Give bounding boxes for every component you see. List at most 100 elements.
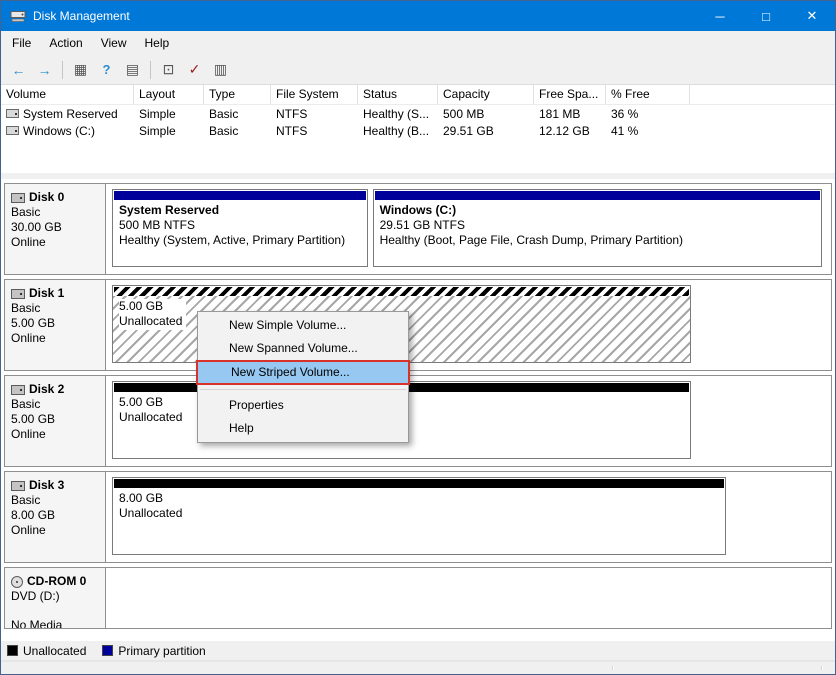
disk-name: Disk 3 [29, 478, 64, 493]
partition-windows-c[interactable]: Windows (C:) 29.51 GB NTFS Healthy (Boot… [373, 189, 822, 267]
volume-list-header: Volume Layout Type File System Status Ca… [1, 85, 835, 105]
minimize-icon[interactable]: ─ [697, 1, 743, 31]
column-header-filler [690, 85, 835, 104]
legend-unallocated: Unallocated [7, 644, 86, 658]
forward-icon[interactable]: → [32, 58, 57, 81]
menu-item-new-striped-volume[interactable]: New Striped Volume... [196, 360, 410, 385]
disk-icon [11, 481, 25, 491]
volume-layout: Simple [134, 107, 204, 121]
maximize-icon[interactable]: □ [743, 1, 789, 31]
disk-1-header[interactable]: Disk 1 Basic 5.00 GB Online [5, 280, 106, 370]
toolbar: ← → ▦ ? ▤ ⊡ ✓ ▥ [1, 55, 835, 85]
primary-partition-color-bar [114, 191, 366, 200]
disk-status: Online [11, 235, 99, 250]
disk-type: Basic [11, 397, 99, 412]
column-header-file-system[interactable]: File System [271, 85, 358, 104]
disk-status: Online [11, 427, 99, 442]
disk-3-graphic: 8.00 GB Unallocated [106, 472, 831, 562]
disk-2-header[interactable]: Disk 2 Basic 5.00 GB Online [5, 376, 106, 466]
back-icon[interactable]: ← [6, 58, 31, 81]
volume-capacity: 29.51 GB [438, 124, 534, 138]
menu-view[interactable]: View [92, 32, 136, 54]
statusbar-divider [612, 666, 613, 670]
cdrom-header[interactable]: CD-ROM 0 DVD (D:) No Media [5, 568, 106, 628]
menu-file[interactable]: File [3, 32, 40, 54]
menu-action[interactable]: Action [40, 32, 91, 54]
disk-status: Online [11, 331, 99, 346]
help-icon[interactable]: ? [94, 58, 119, 81]
disk-name: Disk 0 [29, 190, 64, 205]
menu-item-help[interactable]: Help [198, 417, 408, 440]
volume-layout: Simple [134, 124, 204, 138]
volume-name: Windows (C:) [23, 124, 95, 138]
toolbar-separator [62, 61, 63, 79]
disk-management-app-icon [10, 8, 26, 24]
unallocated-region-disk3[interactable]: 8.00 GB Unallocated [112, 477, 726, 555]
volume-pct-free: 41 % [606, 124, 690, 138]
primary-partition-swatch [102, 645, 113, 656]
volume-type: Basic [204, 107, 271, 121]
disk-0-row: Disk 0 Basic 30.00 GB Online System Rese… [4, 183, 832, 275]
close-icon[interactable]: ✕ [789, 1, 835, 31]
volume-file-system: NTFS [271, 107, 358, 121]
volume-pct-free: 36 % [606, 107, 690, 121]
disk-0-header[interactable]: Disk 0 Basic 30.00 GB Online [5, 184, 106, 274]
report-icon[interactable]: ▥ [208, 58, 233, 81]
menu-separator [200, 389, 406, 390]
check-icon[interactable]: ✓ [182, 58, 207, 81]
menu-item-properties[interactable]: Properties [198, 394, 408, 417]
unallocated-swatch [7, 645, 18, 656]
console-tree-icon[interactable]: ▦ [68, 58, 93, 81]
disk-3-row: Disk 3 Basic 8.00 GB Online 8.00 GB Unal… [4, 471, 832, 563]
column-header-type[interactable]: Type [204, 85, 271, 104]
column-header-volume[interactable]: Volume [1, 85, 134, 104]
legend-label-primary-partition: Primary partition [118, 644, 205, 658]
unallocated-label: Unallocated [119, 506, 719, 521]
cdrom-row: CD-ROM 0 DVD (D:) No Media [4, 567, 832, 629]
volume-free-space: 12.12 GB [534, 124, 606, 138]
primary-partition-color-bar [375, 191, 820, 200]
legend-label-unallocated: Unallocated [23, 644, 86, 658]
column-header-free-space[interactable]: Free Spa... [534, 85, 606, 104]
disk-size: 8.00 GB [11, 508, 99, 523]
menu-help[interactable]: Help [136, 32, 179, 54]
legend-primary-partition: Primary partition [102, 644, 205, 658]
cdrom-media-status: No Media [11, 618, 99, 628]
disk-name: Disk 2 [29, 382, 64, 397]
statusbar-divider [821, 666, 822, 670]
action-popup-icon[interactable]: ⊡ [156, 58, 181, 81]
volume-icon [6, 126, 19, 135]
menu-item-new-simple-volume[interactable]: New Simple Volume... [198, 314, 408, 337]
disk-icon [11, 193, 25, 203]
volume-status: Healthy (S... [358, 107, 438, 121]
unallocated-size: 5.00 GB [119, 299, 182, 314]
disk-3-header[interactable]: Disk 3 Basic 8.00 GB Online [5, 472, 106, 562]
disk-icon [11, 289, 25, 299]
column-header-capacity[interactable]: Capacity [438, 85, 534, 104]
disk-size: 5.00 GB [11, 316, 99, 331]
unallocated-color-bar [114, 287, 689, 296]
volume-list: Volume Layout Type File System Status Ca… [1, 85, 835, 173]
volume-icon [6, 109, 19, 118]
show-panes-icon[interactable]: ▤ [120, 58, 145, 81]
partition-title: Windows (C:) [380, 203, 815, 218]
statusbar [1, 660, 835, 674]
volume-row-windows-c[interactable]: Windows (C:) Simple Basic NTFS Healthy (… [1, 122, 835, 139]
disk-name: Disk 1 [29, 286, 64, 301]
volume-row-system-reserved[interactable]: System Reserved Simple Basic NTFS Health… [1, 105, 835, 122]
volume-type: Basic [204, 124, 271, 138]
menu-item-new-spanned-volume[interactable]: New Spanned Volume... [198, 337, 408, 360]
volume-free-space: 181 MB [534, 107, 606, 121]
disk-size: 30.00 GB [11, 220, 99, 235]
disk-type: Basic [11, 301, 99, 316]
disk-0-graphic: System Reserved 500 MB NTFS Healthy (Sys… [106, 184, 831, 274]
cdrom-drive-letter: DVD (D:) [11, 589, 99, 604]
volume-capacity: 500 MB [438, 107, 534, 121]
column-header-status[interactable]: Status [358, 85, 438, 104]
column-header-pct-free[interactable]: % Free [606, 85, 690, 104]
partition-status: Healthy (Boot, Page File, Crash Dump, Pr… [380, 233, 815, 248]
column-header-layout[interactable]: Layout [134, 85, 204, 104]
window-title: Disk Management [33, 9, 697, 23]
partition-system-reserved[interactable]: System Reserved 500 MB NTFS Healthy (Sys… [112, 189, 368, 267]
partition-title: System Reserved [119, 203, 361, 218]
